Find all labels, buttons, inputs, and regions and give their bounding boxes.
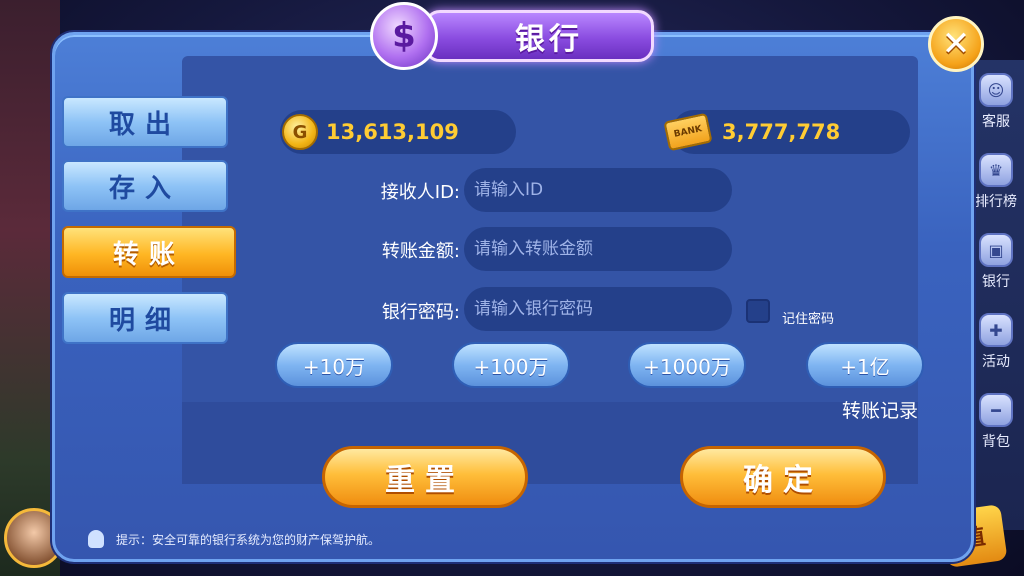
dialog-title-banner: 银行 $ (366, 2, 658, 70)
trophy-icon: ♛ (979, 153, 1013, 187)
lightbulb-icon (88, 530, 104, 548)
title-bar: 银行 (424, 10, 654, 62)
side-menu-label: 背包 (982, 434, 1010, 450)
transfer-amount-input[interactable] (464, 227, 732, 271)
tab-transfer[interactable]: 转账 (62, 226, 236, 278)
tab-withdraw[interactable]: 取出 (62, 96, 228, 148)
gift-icon: ✚ (979, 313, 1013, 347)
add-10m-button[interactable]: +1000万 (628, 342, 746, 388)
tip-text: 提示：安全可靠的银行系统为您的财产保驾护航。 (116, 532, 381, 547)
side-menu: ☺ 客服 ♛ 排行榜 ▣ 银行 ✚ 活动 ━ 背包 (968, 62, 1024, 462)
side-menu-events[interactable]: ✚ 活动 (968, 302, 1024, 382)
bag-icon: ━ (979, 393, 1013, 427)
recipient-label: 接收人ID: (380, 182, 460, 203)
reset-button[interactable]: 重置 (322, 446, 528, 508)
amount-label: 转账金额: (381, 241, 460, 262)
side-menu-label: 银行 (982, 274, 1010, 290)
tab-details[interactable]: 明细 (62, 292, 228, 344)
side-menu-customer-service[interactable]: ☺ 客服 (968, 62, 1024, 142)
coin-balance: G 13,613,109 (280, 110, 516, 154)
coin-balance-value: 13,613,109 (326, 120, 459, 144)
bank-emblem-icon: $ (370, 2, 438, 70)
add-100m-button[interactable]: +1亿 (806, 342, 924, 388)
confirm-button[interactable]: 确定 (680, 446, 886, 508)
side-menu-leaderboard[interactable]: ♛ 排行榜 (968, 142, 1024, 222)
remember-password-label: 记住密码 (782, 312, 835, 327)
close-button[interactable]: ✕ (928, 16, 984, 72)
bank-balance-value: 3,777,778 (722, 120, 841, 144)
gold-coin-icon: G (282, 114, 318, 150)
side-menu-label: 客服 (982, 114, 1010, 130)
remember-password: 记住密码 (746, 294, 834, 327)
add-100k-button[interactable]: +10万 (275, 342, 393, 388)
side-menu-label: 活动 (982, 354, 1010, 370)
tab-deposit[interactable]: 存入 (62, 160, 228, 212)
side-menu-label: 排行榜 (975, 194, 1017, 210)
tip-bar: 提示：安全可靠的银行系统为您的财产保驾护航。 (56, 524, 968, 554)
headset-icon: ☺ (979, 73, 1013, 107)
transfer-records-link[interactable]: 转账记录 (842, 396, 918, 423)
password-label: 银行密码: (381, 302, 460, 323)
recipient-id-input[interactable] (464, 168, 732, 212)
bank-password-input[interactable] (464, 287, 732, 331)
remember-password-checkbox[interactable] (746, 298, 770, 323)
bank-balance: BANK 3,777,778 (663, 110, 910, 154)
background-left-scene (0, 0, 60, 576)
side-menu-bag[interactable]: ━ 背包 (968, 382, 1024, 462)
add-1m-button[interactable]: +100万 (452, 342, 570, 388)
dialog-title: 银行 (515, 22, 583, 57)
side-menu-bank[interactable]: ▣ 银行 (968, 222, 1024, 302)
bank-icon: ▣ (979, 233, 1013, 267)
